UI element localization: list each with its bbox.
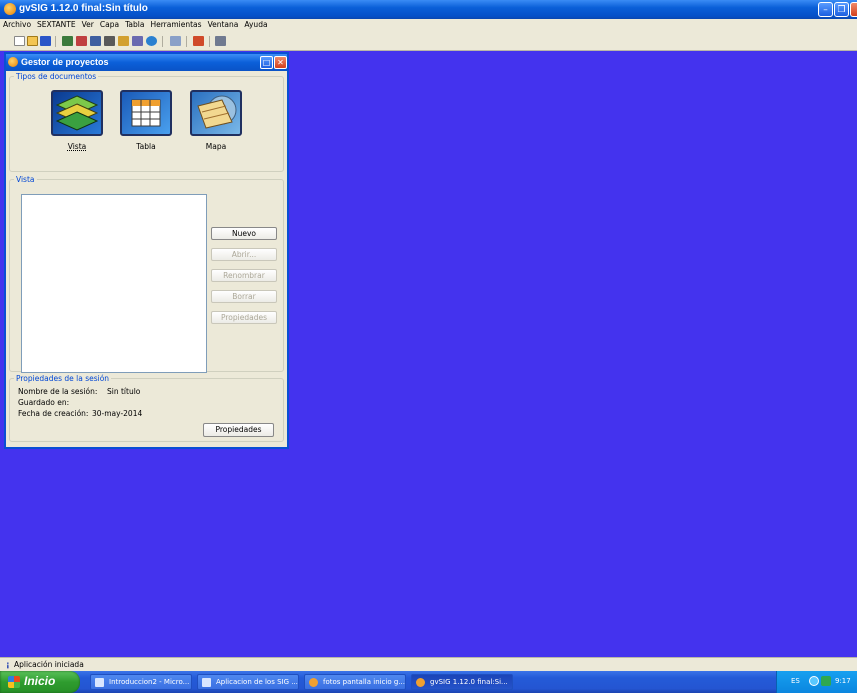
menu-ver[interactable]: Ver	[79, 19, 97, 29]
word-document-icon	[202, 678, 211, 687]
document-list[interactable]	[21, 194, 207, 373]
status-bar: ¡ Aplicación iniciada	[0, 657, 857, 671]
session-name-value: Sin título	[107, 387, 141, 396]
language-indicator[interactable]: ES	[791, 677, 800, 685]
app-title-bar[interactable]: gvSIG 1.12.0 final:Sin título – ❐	[0, 0, 857, 19]
vista-layers-icon	[51, 90, 103, 136]
close-frame-button[interactable]: ✕	[274, 56, 287, 69]
word-document-icon	[95, 678, 104, 687]
task-label: Introduccion2 - Micro...	[109, 678, 190, 686]
mapa-icon	[190, 90, 242, 136]
session-name-label: Nombre de la sesión:	[18, 387, 98, 396]
toolbar-separator	[55, 36, 56, 47]
menu-ayuda[interactable]: Ayuda	[241, 19, 270, 29]
task-word-document[interactable]: Introduccion2 - Micro...	[90, 674, 192, 690]
info-icon: ¡	[6, 660, 10, 669]
windows-logo-icon	[8, 676, 20, 688]
menu-ventana[interactable]: Ventana	[205, 19, 242, 29]
system-tray: ES 9:17	[776, 671, 857, 693]
network-icon[interactable]	[809, 676, 819, 686]
task-label: gvSIG 1.12.0 final:Si...	[430, 678, 508, 686]
doc-type-tabla-label: Tabla	[136, 142, 156, 151]
gvsig-task-icon	[416, 678, 425, 687]
doc-type-tabla[interactable]: Tabla	[118, 90, 174, 151]
menu-herramientas[interactable]: Herramientas	[147, 19, 204, 29]
task-label: Aplicacion de los SIG ...	[216, 678, 298, 686]
close-window-button[interactable]	[850, 2, 857, 17]
browser-icon	[309, 678, 318, 687]
doc-type-mapa-label: Mapa	[205, 142, 227, 151]
save-project-icon[interactable]	[40, 36, 51, 46]
help-icon[interactable]	[146, 36, 157, 46]
session-properties-legend: Propiedades de la sesión	[16, 374, 110, 383]
restore-window-button[interactable]: ❐	[834, 2, 849, 17]
saved-in-label: Guardado en:	[18, 398, 70, 407]
add-layer-icon[interactable]	[62, 36, 73, 46]
doc-type-vista[interactable]: Vista	[49, 90, 105, 151]
gvsig-app-icon	[4, 3, 16, 15]
project-manager-title: Gestor de proyectos	[21, 57, 109, 67]
doc-type-vista-label: Vista	[67, 142, 87, 151]
menu-capa[interactable]: Capa	[97, 19, 122, 29]
minimize-window-button[interactable]: –	[818, 2, 833, 17]
console-icon[interactable]	[215, 36, 226, 46]
nuevo-button[interactable]: Nuevo	[211, 227, 277, 240]
new-project-icon[interactable]	[14, 36, 25, 46]
project-manager-window: Gestor de proyectos □ ✕ Tipos de documen…	[4, 52, 289, 449]
menu-tabla[interactable]: Tabla	[122, 19, 147, 29]
menu-bar: Archivo SEXTANTE Ver Capa Tabla Herramientas V…	[0, 19, 857, 33]
doc-types-legend: Tipos de documentos	[16, 72, 97, 81]
creation-date-value: 30-may-2014	[92, 409, 143, 418]
layout-icon[interactable]	[170, 36, 181, 46]
command-line-icon[interactable]	[104, 36, 115, 46]
gvsig-frame-icon	[8, 57, 18, 67]
creation-date-label: Fecha de creación:	[18, 409, 89, 418]
toolbar-separator	[162, 36, 163, 47]
start-button[interactable]: Inicio	[0, 671, 80, 693]
start-label: Inicio	[24, 674, 56, 688]
doc-type-mapa[interactable]: Mapa	[188, 90, 244, 151]
tabla-grid-icon	[120, 90, 172, 136]
open-project-icon[interactable]	[27, 36, 38, 46]
windows-taskbar: Inicio Introduccion2 - Micro... Aplicaci…	[0, 671, 857, 693]
abrir-button[interactable]: Abrir...	[211, 248, 277, 261]
task-fotos-pantalla[interactable]: fotos pantalla inicio g...	[304, 674, 406, 690]
maximize-frame-button[interactable]: □	[260, 56, 273, 69]
project-manager-title-bar[interactable]: Gestor de proyectos □ ✕	[6, 54, 287, 71]
app-title: gvSIG 1.12.0 final:Sin título	[19, 3, 148, 14]
menu-sextante[interactable]: SEXTANTE	[34, 19, 79, 29]
menu-archivo[interactable]: Archivo	[0, 19, 34, 29]
main-toolbar	[0, 33, 857, 51]
task-gvsig[interactable]: gvSIG 1.12.0 final:Si...	[411, 674, 513, 690]
task-aplicacion-sig[interactable]: Aplicacion de los SIG ...	[197, 674, 299, 690]
toolbar-separator	[186, 36, 187, 47]
results-icon[interactable]	[132, 36, 143, 46]
clock[interactable]: 9:17	[835, 677, 851, 685]
history-icon[interactable]	[118, 36, 129, 46]
session-properties-button[interactable]: Propiedades	[203, 423, 274, 437]
modeler-icon[interactable]	[90, 36, 101, 46]
propiedades-doc-button[interactable]: Propiedades	[211, 311, 277, 324]
task-label: fotos pantalla inicio g...	[323, 678, 406, 686]
sextante-toolbox-icon[interactable]	[76, 36, 87, 46]
vista-list-legend: Vista	[16, 175, 35, 184]
renombrar-button[interactable]: Renombrar	[211, 269, 277, 282]
security-icon[interactable]	[821, 676, 831, 686]
toolbar-separator	[209, 36, 210, 47]
status-text: Aplicación iniciada	[14, 660, 84, 669]
borrar-button[interactable]: Borrar	[211, 290, 277, 303]
tool-icon[interactable]	[193, 36, 204, 46]
